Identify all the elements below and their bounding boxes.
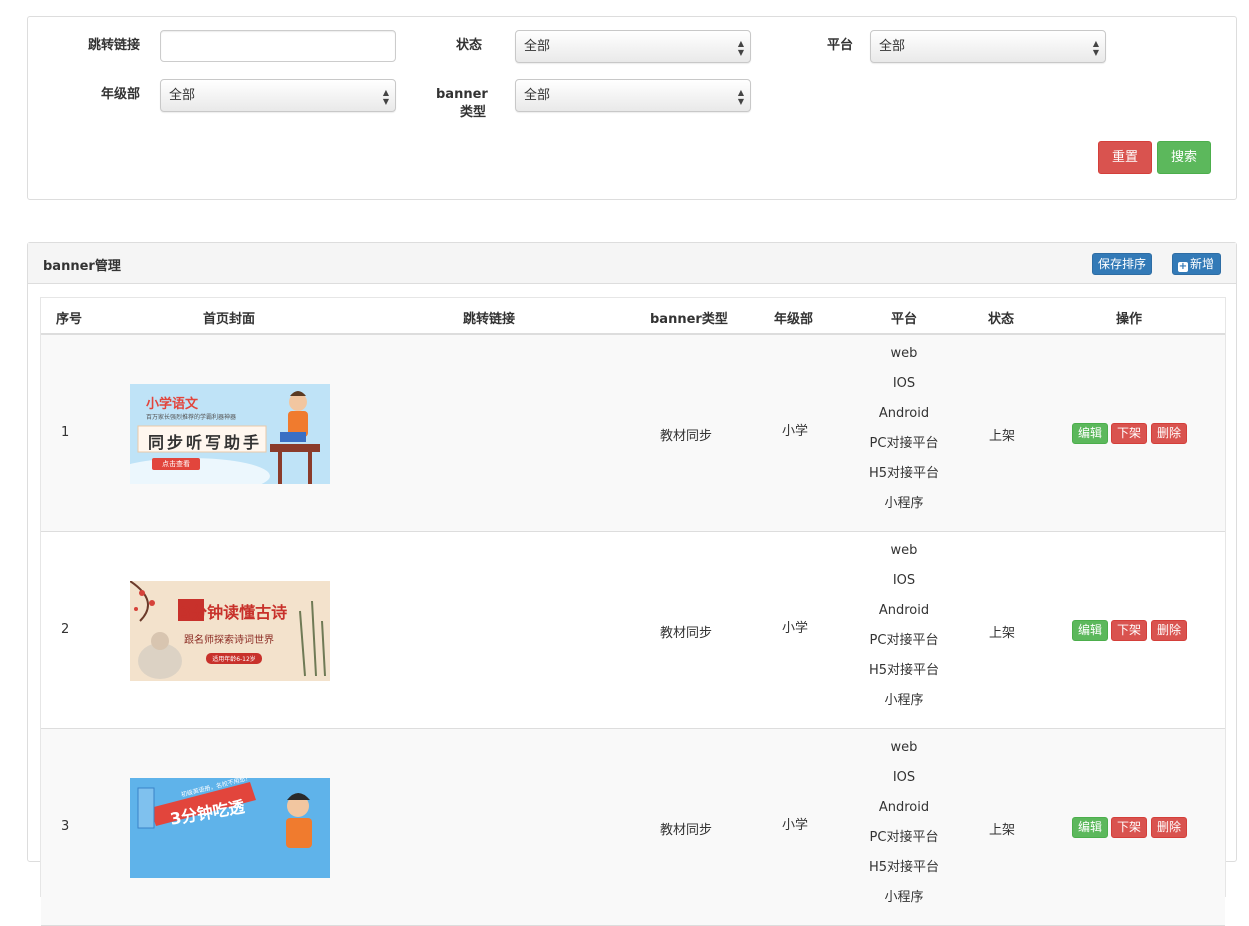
banner-cover-image[interactable]: 小学语文 百万家长强烈推荐的学霸利器神器 同步听写助手 点击查看 bbox=[130, 384, 330, 484]
search-button[interactable]: 搜索 bbox=[1157, 141, 1211, 174]
platform-filter-select[interactable]: 全部 ▲ ▼ bbox=[870, 30, 1106, 63]
cover-subtitle: 跟名师探索诗词世界 bbox=[184, 635, 274, 646]
col-header-grade: 年级部 bbox=[774, 312, 814, 327]
platform-item: H5对接平台 bbox=[868, 663, 940, 678]
col-header-cover: 首页封面 bbox=[203, 312, 256, 327]
row-index: 2 bbox=[61, 622, 70, 637]
plus-square-icon: + bbox=[1178, 261, 1188, 272]
row-status: 上架 bbox=[989, 626, 1016, 641]
platform-item: Android bbox=[878, 406, 930, 421]
reset-button[interactable]: 重置 bbox=[1098, 141, 1152, 174]
cover-tag: 适用年龄6-12岁 bbox=[212, 656, 256, 663]
platform-item: 小程序 bbox=[884, 496, 924, 511]
take-down-button[interactable]: 下架 bbox=[1111, 817, 1148, 838]
col-header-link: 跳转链接 bbox=[463, 312, 516, 327]
platform-item: web bbox=[890, 740, 918, 755]
type-filter-value: 全部 bbox=[524, 88, 551, 103]
take-down-button[interactable]: 下架 bbox=[1111, 423, 1148, 444]
platform-item: web bbox=[890, 543, 918, 558]
platform-item: H5对接平台 bbox=[868, 860, 940, 875]
col-header-platform: 平台 bbox=[891, 312, 918, 327]
delete-button[interactable]: 删除 bbox=[1151, 817, 1188, 838]
link-filter-input[interactable] bbox=[160, 30, 396, 62]
banner-cover-image[interactable]: 初级英语册，名校不用愁! 3分钟吃透 bbox=[130, 778, 330, 878]
banner-table: 序号 首页封面 跳转链接 banner类型 年级部 平台 状态 操作 1 小学语… bbox=[40, 297, 1226, 926]
platform-item: IOS bbox=[892, 770, 916, 785]
row-grade: 小学 bbox=[782, 621, 809, 636]
platform-item: 小程序 bbox=[884, 890, 924, 905]
col-header-status: 状态 bbox=[988, 312, 1015, 327]
cover-main-text: 同步听写助手 bbox=[148, 433, 263, 452]
panel-title: banner管理 bbox=[43, 259, 121, 274]
cover-subtitle: 百万家长强烈推荐的学霸利器神器 bbox=[146, 414, 237, 421]
row-platforms: web IOS Android PC对接平台 H5对接平台 小程序 bbox=[844, 737, 964, 917]
cover-title: 3分钟读懂古诗 bbox=[180, 603, 288, 622]
row-grade: 小学 bbox=[782, 818, 809, 833]
table-row: 1 小学语文 百万家长强烈推荐的学霸利器神器 同步听写助手 点击查看 教材同步 … bbox=[41, 335, 1225, 532]
updown-caret-icon: ▲ ▼ bbox=[737, 88, 744, 106]
banner-list-panel: banner管理 保存排序 + 新增 序号 首页封面 跳转链接 banner类型 … bbox=[27, 242, 1237, 926]
row-type: 教材同步 bbox=[660, 626, 713, 641]
type-filter-label: banner 类型 bbox=[436, 86, 488, 122]
delete-button[interactable]: 删除 bbox=[1151, 423, 1188, 444]
row-status: 上架 bbox=[989, 823, 1016, 838]
col-header-index: 序号 bbox=[56, 312, 83, 327]
filter-panel: 跳转链接 状态 全部 ▲ ▼ 平台 全部 ▲ ▼ 年级部 全部 ▲ ▼ banner … bbox=[27, 16, 1237, 200]
edit-button[interactable]: 编辑 bbox=[1072, 423, 1109, 444]
banner-cover-image[interactable]: 3分钟读懂古诗 跟名师探索诗词世界 适用年龄6-12岁 bbox=[130, 581, 330, 681]
status-filter-select[interactable]: 全部 ▲ ▼ bbox=[515, 30, 751, 63]
link-filter-label: 跳转链接 bbox=[88, 38, 141, 53]
cover-illustration bbox=[130, 778, 330, 878]
col-header-actions: 操作 bbox=[1116, 312, 1143, 327]
add-button[interactable]: + 新增 bbox=[1172, 253, 1222, 275]
platform-item: PC对接平台 bbox=[869, 633, 939, 648]
updown-caret-icon: ▲ ▼ bbox=[382, 88, 389, 106]
row-type: 教材同步 bbox=[660, 429, 713, 444]
platform-item: web bbox=[890, 346, 918, 361]
platform-item: Android bbox=[878, 800, 930, 815]
platform-filter-label: 平台 bbox=[827, 38, 854, 53]
updown-caret-icon: ▲ ▼ bbox=[1092, 39, 1099, 57]
type-filter-select[interactable]: 全部 ▲ ▼ bbox=[515, 79, 751, 112]
add-button-label: 新增 bbox=[1190, 257, 1215, 271]
platform-item: 小程序 bbox=[884, 693, 924, 708]
platform-item: H5对接平台 bbox=[868, 466, 940, 481]
row-index: 1 bbox=[61, 425, 70, 440]
status-filter-value: 全部 bbox=[524, 39, 551, 54]
platform-item: IOS bbox=[892, 573, 916, 588]
table-row: 3 初级英语册，名校不用愁! 3分钟吃透 教材同步 小学 web IOS And… bbox=[41, 729, 1225, 926]
delete-button[interactable]: 删除 bbox=[1151, 620, 1188, 641]
row-grade: 小学 bbox=[782, 424, 809, 439]
type-filter-label-line1: banner bbox=[436, 87, 488, 102]
updown-caret-icon: ▲ ▼ bbox=[737, 39, 744, 57]
platform-filter-value: 全部 bbox=[879, 39, 906, 54]
grade-filter-value: 全部 bbox=[169, 88, 196, 103]
row-platforms: web IOS Android PC对接平台 H5对接平台 小程序 bbox=[844, 343, 964, 523]
cover-tag: 点击查看 bbox=[162, 460, 190, 468]
edit-button[interactable]: 编辑 bbox=[1072, 817, 1109, 838]
row-platforms: web IOS Android PC对接平台 H5对接平台 小程序 bbox=[844, 540, 964, 720]
platform-item: Android bbox=[878, 603, 930, 618]
panel-heading: banner管理 保存排序 + 新增 bbox=[28, 243, 1236, 284]
edit-button[interactable]: 编辑 bbox=[1072, 620, 1109, 641]
status-filter-label: 状态 bbox=[456, 38, 483, 53]
grade-filter-label: 年级部 bbox=[101, 87, 141, 102]
take-down-button[interactable]: 下架 bbox=[1111, 620, 1148, 641]
platform-item: IOS bbox=[892, 376, 916, 391]
table-header: 序号 首页封面 跳转链接 banner类型 年级部 平台 状态 操作 bbox=[41, 298, 1225, 335]
row-type: 教材同步 bbox=[660, 823, 713, 838]
row-status: 上架 bbox=[989, 429, 1016, 444]
type-filter-label-line2: 类型 bbox=[459, 105, 486, 120]
cover-title: 小学语文 bbox=[146, 397, 199, 412]
col-header-type: banner类型 bbox=[650, 312, 728, 327]
save-order-button[interactable]: 保存排序 bbox=[1092, 253, 1153, 275]
grade-filter-select[interactable]: 全部 ▲ ▼ bbox=[160, 79, 396, 112]
table-row: 2 3分钟读懂古诗 跟名师探索诗词世界 适用年龄6-12岁 教材同步 小学 we… bbox=[41, 532, 1225, 729]
platform-item: PC对接平台 bbox=[869, 436, 939, 451]
